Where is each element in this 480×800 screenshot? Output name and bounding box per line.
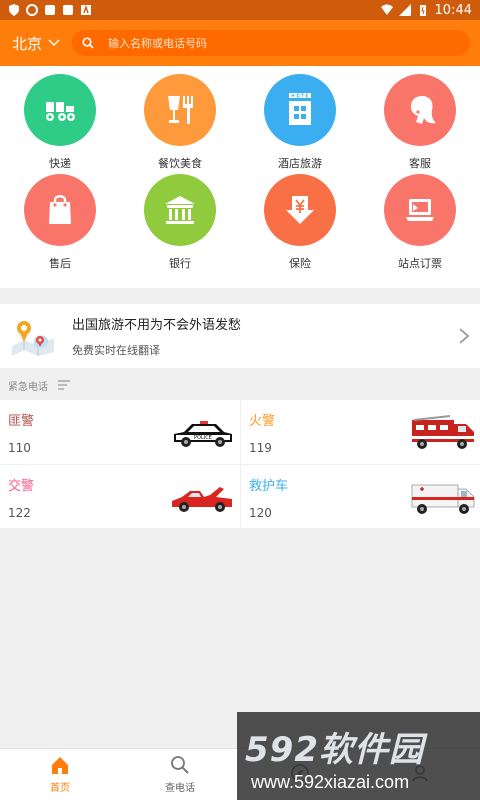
service-label: 站点订票: [398, 257, 442, 270]
service-ticketing[interactable]: 站点订票: [360, 174, 480, 274]
signal-icon: [398, 4, 411, 16]
banner-title: 出国旅游不用为不会外语发愁: [72, 318, 242, 333]
service-food[interactable]: 餐饮美食: [120, 74, 240, 174]
tab-label: 首页: [50, 783, 70, 794]
fire-truck-icon: [412, 415, 474, 449]
emergency-card-fire[interactable]: 火警 119: [241, 400, 480, 464]
emergency-card-police[interactable]: 匪警 110 POLICE: [0, 400, 240, 464]
emergency-grid: 匪警 110 POLICE 火警 119 交警 122 救护车 120: [0, 400, 480, 528]
service-customer-service[interactable]: 客服: [360, 74, 480, 174]
list-icon: [58, 380, 70, 390]
service-label: 售后: [49, 257, 71, 270]
service-delivery[interactable]: 快递: [0, 74, 120, 174]
sync-icon: [26, 4, 38, 16]
police-car-icon: POLICE: [174, 421, 232, 447]
service-label: 保险: [289, 257, 311, 270]
service-grid: 快递 餐饮美食 酒店旅游 客服 售后 银行 保险 站点订票: [0, 66, 480, 288]
watermark: 592软件园 www.592xiazai.com: [237, 712, 480, 800]
emergency-heading-label: 紧急电话: [8, 381, 48, 393]
city-name: 北京: [12, 34, 43, 53]
banner-text: 出国旅游不用为不会外语发愁 免费实时在线翻译: [72, 314, 458, 358]
search-input[interactable]: [108, 36, 460, 50]
emergency-card-ambulance[interactable]: 救护车 120: [241, 465, 480, 528]
svg-text:POLICE: POLICE: [194, 435, 212, 441]
service-after-sales[interactable]: 售后: [0, 174, 120, 274]
shield-icon: [9, 4, 19, 16]
ambulance-icon: [411, 484, 475, 514]
service-insurance[interactable]: 保险: [240, 174, 360, 274]
tab-search-phone[interactable]: 查电话: [120, 749, 240, 800]
watermark-logo: 592软件园: [245, 730, 424, 770]
status-time: 10:44: [434, 2, 472, 18]
service-hotel[interactable]: 酒店旅游: [240, 74, 360, 174]
food-drink-icon: [144, 74, 216, 146]
service-label: 快递: [49, 157, 71, 170]
ticket-laptop-icon: [384, 174, 456, 246]
banner-subtitle: 免费实时在线翻译: [72, 344, 160, 357]
search-bar[interactable]: [72, 30, 470, 56]
emergency-heading: 紧急电话: [8, 374, 70, 396]
chevron-down-icon: [48, 39, 60, 46]
travel-map-icon: [12, 321, 54, 356]
wifi-icon: [380, 4, 393, 15]
search-icon: [82, 37, 94, 49]
emergency-card-traffic[interactable]: 交警 122: [0, 465, 240, 528]
tab-home[interactable]: 首页: [0, 749, 120, 800]
search-phone-icon: [171, 756, 189, 774]
insurance-yen-icon: [264, 174, 336, 246]
status-bar: 10:44: [0, 0, 480, 20]
service-label: 客服: [409, 157, 431, 170]
translate-banner[interactable]: 出国旅游不用为不会外语发愁 免费实时在线翻译: [0, 304, 480, 368]
service-label: 酒店旅游: [278, 157, 322, 170]
shopping-bag-icon: [24, 174, 96, 246]
notification-square-icon: [63, 5, 73, 15]
notification-square-icon: [45, 5, 55, 15]
app-notification-icon: [81, 4, 91, 15]
service-bank[interactable]: 银行: [120, 174, 240, 274]
service-label: 餐饮美食: [158, 157, 202, 170]
bank-icon: [144, 174, 216, 246]
chevron-right-icon: [459, 328, 470, 344]
customer-service-icon: [384, 74, 456, 146]
traffic-police-car-icon: [172, 487, 232, 512]
hotel-icon: [264, 74, 336, 146]
delivery-truck-icon: [24, 74, 96, 146]
watermark-url: www.592xiazai.com: [251, 772, 410, 792]
battery-icon: [419, 5, 426, 16]
home-icon: [52, 757, 68, 774]
city-selector[interactable]: 北京: [12, 33, 70, 54]
service-label: 银行: [169, 257, 191, 270]
tab-label: 查电话: [165, 783, 195, 794]
header-bar: 北京: [0, 20, 480, 66]
